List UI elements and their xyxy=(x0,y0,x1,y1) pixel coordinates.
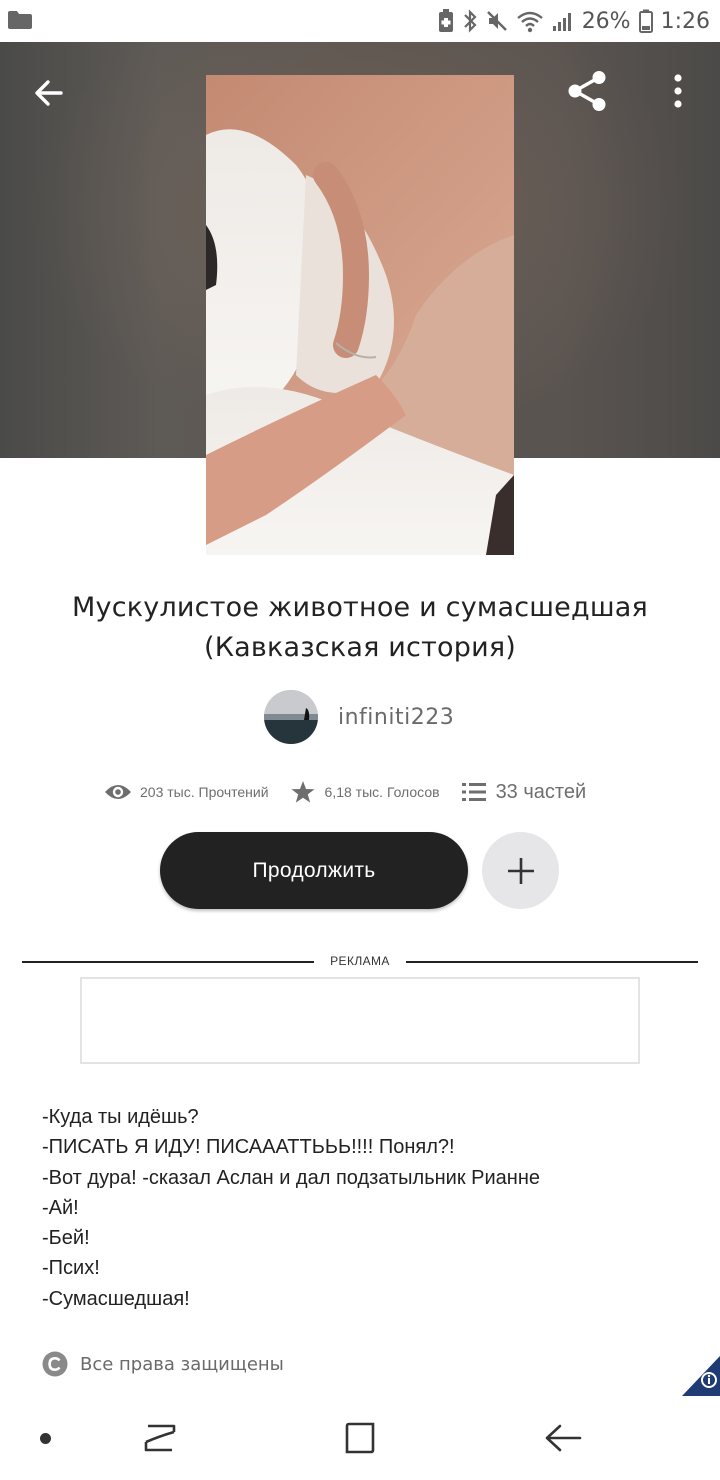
reads-stat: 203 тыс. Прочтений xyxy=(104,782,269,802)
plus-icon xyxy=(507,857,534,884)
excerpt-line: -Сумасшедшая! xyxy=(42,1287,190,1310)
more-options-button[interactable] xyxy=(656,64,700,118)
ad-divider-left xyxy=(22,961,314,963)
nav-dot-icon[interactable] xyxy=(40,1433,51,1444)
bluetooth-icon xyxy=(463,9,477,33)
recent-apps-icon[interactable] xyxy=(140,1420,180,1456)
share-button[interactable] xyxy=(560,64,614,118)
eye-icon xyxy=(105,785,131,799)
battery-percent: 26% xyxy=(581,8,631,34)
parts-count: 33 частей xyxy=(495,780,587,803)
home-icon[interactable] xyxy=(340,1420,380,1456)
cover-image xyxy=(206,75,514,555)
signal-icon xyxy=(552,13,571,31)
votes-count: 6,18 тыс. Голосов xyxy=(324,784,440,800)
excerpt-line: -ПИСАТЬ Я ИДУ! ПИСАААТТЬЬЬ!!!! Понял?! xyxy=(42,1136,455,1159)
battery-saver-icon xyxy=(438,9,453,32)
avatar xyxy=(264,690,318,744)
author-link[interactable]: infiniti223 xyxy=(264,690,454,744)
author-name: infiniti223 xyxy=(338,704,455,730)
story-title-line2: (Кавказская история) xyxy=(204,632,516,663)
votes-stat: 6,18 тыс. Голосов xyxy=(291,780,440,804)
clock: 1:26 xyxy=(660,8,710,34)
status-icons: 26% 1:26 xyxy=(438,7,710,35)
star-icon xyxy=(291,781,315,803)
copyright-icon xyxy=(42,1351,68,1377)
continue-reading-button[interactable]: Продолжить xyxy=(160,832,468,909)
share-icon xyxy=(568,71,606,111)
system-nav-bar xyxy=(0,1396,720,1480)
status-bar: 26% 1:26 xyxy=(0,0,720,42)
ad-divider-right xyxy=(406,961,698,963)
story-excerpt: -Куда ты идёшь? -ПИСАТЬ Я ИДУ! ПИСАААТТЬ… xyxy=(42,1102,682,1314)
excerpt-line: -Бей! xyxy=(42,1227,90,1250)
add-to-library-button[interactable] xyxy=(482,832,559,909)
list-icon xyxy=(461,783,486,801)
story-stats: 203 тыс. Прочтений 6,18 тыс. Голосов 33 … xyxy=(104,774,586,810)
continue-label: Продолжить xyxy=(252,858,376,882)
help-badge[interactable] xyxy=(682,1356,720,1396)
copyright-notice: Все права защищены xyxy=(42,1350,284,1378)
story-title-line1: Мускулистое животное и сумасшедшая xyxy=(72,592,648,623)
excerpt-line: -Псих! xyxy=(42,1257,100,1280)
copyright-text: Все права защищены xyxy=(80,1353,284,1375)
battery-icon xyxy=(638,9,653,33)
folder-icon xyxy=(8,11,32,29)
excerpt-line: -Куда ты идёшь? xyxy=(42,1106,199,1128)
reads-count: 203 тыс. Прочтений xyxy=(140,784,269,800)
excerpt-line: -Вот дура! -сказал Аслан и дал подзатыль… xyxy=(42,1166,540,1189)
back-icon[interactable] xyxy=(540,1420,584,1456)
back-button[interactable] xyxy=(22,66,76,120)
wifi-icon xyxy=(516,11,543,33)
arrow-left-icon xyxy=(35,80,63,106)
ad-label: РЕКЛАМА xyxy=(330,954,390,968)
more-vertical-icon xyxy=(674,74,682,108)
story-title: Мускулистое животное и сумасшедшая (Кавк… xyxy=(40,588,680,668)
mute-icon xyxy=(486,11,507,31)
excerpt-line: -Ай! xyxy=(42,1196,79,1219)
ad-slot[interactable] xyxy=(80,977,640,1064)
parts-stat[interactable]: 33 частей xyxy=(461,780,587,804)
